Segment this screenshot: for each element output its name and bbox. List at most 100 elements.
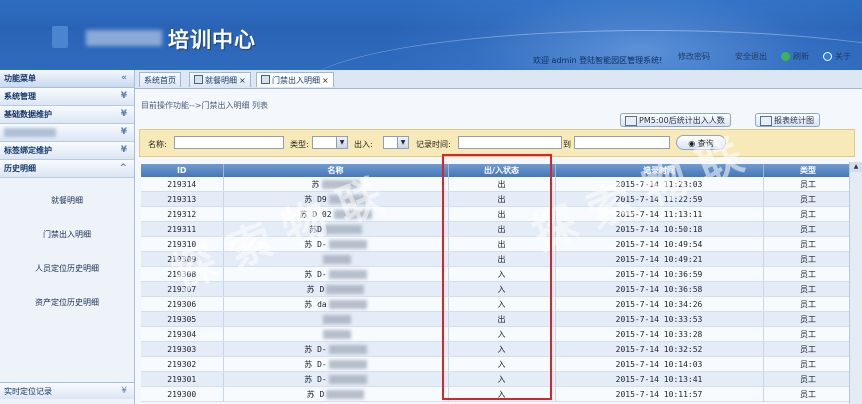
blurred-name — [328, 269, 367, 279]
about-link[interactable]: 关于 — [823, 51, 851, 62]
sidebar-item-history[interactable]: 历史明细 ^ — [0, 160, 134, 178]
tab-dining[interactable]: 就餐明细 × — [189, 72, 251, 87]
report-button[interactable]: 报表统计图 — [755, 113, 820, 127]
cell-status-text: 入 — [497, 374, 506, 384]
name-input[interactable] — [174, 136, 284, 149]
stats-button-label: PM5:00后统计出入人数 — [639, 116, 725, 125]
cell-time: 2015-7-14 10:36:58 — [555, 281, 764, 297]
table-row[interactable]: 219305 出 2015-7-14 10:33:53 员工 — [141, 311, 854, 327]
vertical-scrollbar[interactable]: ▲ — [849, 162, 862, 404]
tab-access[interactable]: 门禁出入明细 × — [256, 72, 334, 87]
cell-status: 出 — [448, 251, 556, 267]
cell-type: 员工 — [763, 311, 854, 327]
cell-time-text: 2015-7-14 10:32:52 — [615, 344, 703, 354]
cell-time-text: 2015-7-14 10:13:41 — [615, 374, 703, 384]
cell-id: 219303 — [141, 341, 224, 357]
table-row[interactable]: 219307 苏 D 入 2015-7-14 10:36:58 员工 — [141, 281, 854, 297]
cell-status: 入 — [448, 356, 556, 372]
cell-type-text: 员工 — [800, 239, 816, 249]
window-icon — [261, 75, 270, 84]
blurred-name — [323, 224, 362, 234]
sidebar-item-blurred[interactable]: ¥ — [0, 124, 134, 142]
col-header-status[interactable]: 出/入状态 — [448, 164, 556, 177]
cell-time-text: 2015-7-14 11:23:03 — [615, 179, 703, 189]
table-row[interactable]: 219303 苏 D- 入 2015-7-14 10:32:52 员工 — [141, 341, 854, 357]
cell-type-text: 员工 — [800, 389, 816, 399]
sidebar-item-label: 标签绑定维护 — [4, 146, 52, 155]
cell-name: 苏 D- — [223, 371, 449, 387]
cell-status-text: 出 — [497, 314, 506, 324]
close-icon[interactable]: × — [239, 76, 246, 85]
cell-time-text: 2015-7-14 10:49:54 — [615, 239, 703, 249]
table-body: 219314 苏出 2015-7-14 11:23:03 员工 219313 苏 D9 出 2… — [141, 177, 854, 402]
table-row[interactable]: 219310 苏 D- 出 2015-7-14 10:49:54 员工 — [141, 236, 854, 252]
cell-time-text: 2015-7-14 10:33:28 — [615, 329, 703, 339]
query-button[interactable]: ◉ 查询 — [676, 135, 726, 150]
blurred-name — [322, 314, 351, 324]
table-row[interactable]: 219313 苏 D9 出 2015-7-14 11:22:59 员工 — [141, 191, 854, 207]
stats-button[interactable]: PM5:00后统计出入人数 — [620, 113, 731, 127]
blurred-name — [321, 179, 360, 189]
table-row[interactable]: 219314 苏 出 2015-7-14 11:23:03 员工 — [141, 177, 854, 192]
cell-type-text: 员工 — [800, 299, 816, 309]
scroll-up-icon[interactable]: ▲ — [850, 162, 862, 172]
sidebar-item-basedata[interactable]: 基础数据维护 ¥ — [0, 106, 134, 124]
col-header-type[interactable]: 类型 — [763, 164, 854, 177]
table-row[interactable]: 219300 苏 D 入 2015-7-14 10:11:57 员工 — [141, 386, 854, 402]
inout-select[interactable]: ▼ — [383, 136, 409, 149]
chevron-up-icon: ^ — [119, 163, 127, 173]
tab-home[interactable]: 系统首页 — [139, 72, 181, 87]
cell-type: 员工 — [763, 251, 854, 267]
cell-id-text: 219311 — [167, 224, 197, 234]
cell-id-text: 219313 — [167, 194, 197, 204]
table-row[interactable]: 219308 苏 D- 入 2015-7-14 10:36:59 员工 — [141, 266, 854, 282]
tab-label: 系统首页 — [144, 76, 176, 85]
col-header-name[interactable]: 名称 — [223, 164, 449, 177]
cell-id: 219313 — [141, 191, 224, 207]
refresh-link[interactable]: 刷新 — [781, 51, 809, 62]
cell-name-text: 苏 D — [306, 284, 325, 294]
cell-status-text: 出 — [497, 209, 506, 219]
change-password-link[interactable]: 修改密码 — [678, 51, 710, 62]
cell-id: 219314 — [141, 177, 224, 192]
table-row[interactable]: 219306 苏 da 入 2015-7-14 10:34:26 员工 — [141, 296, 854, 312]
close-icon[interactable]: × — [322, 76, 329, 85]
sidebar-subitem-person-location[interactable]: 人员定位历史明细 — [0, 252, 134, 286]
sidebar-subitem-access[interactable]: 门禁出入明细 — [0, 218, 134, 252]
cell-status: 入 — [448, 281, 556, 297]
collapse-icon[interactable]: « — [121, 70, 127, 87]
col-header-time[interactable]: 记录时间 — [555, 164, 764, 177]
table-row[interactable]: 219312 苏 D 02 出 2015-7-14 11:13:11 员工 — [141, 206, 854, 222]
table-row[interactable]: 219304 入 2015-7-14 10:33:28 员工 — [141, 326, 854, 342]
sidebar-subitem-dining[interactable]: 就餐明细 — [0, 184, 134, 218]
inout-label: 出入: — [354, 140, 373, 149]
cell-time-text: 2015-7-14 10:33:53 — [615, 314, 703, 324]
table-row[interactable]: 219302 苏 D- 入 2015-7-14 10:14:03 员工 — [141, 356, 854, 372]
sidebar-subitem-asset-location[interactable]: 资产定位历史明细 — [0, 286, 134, 320]
sidebar-item-system[interactable]: 系统管理 ¥ — [0, 88, 134, 106]
cell-id-text: 219310 — [167, 239, 197, 249]
cell-id: 219300 — [141, 386, 224, 402]
info-icon — [823, 52, 832, 61]
logout-link[interactable]: 安全退出 — [735, 51, 767, 62]
cell-type-text: 员工 — [800, 194, 816, 204]
col-header-id[interactable]: ID — [141, 164, 224, 177]
cell-time: 2015-7-14 10:11:57 — [555, 386, 764, 402]
blurred-name — [326, 389, 365, 399]
type-select[interactable]: ▼ — [312, 136, 348, 149]
start-time-input[interactable] — [458, 136, 562, 149]
sidebar-title[interactable]: 功能菜单 « — [0, 70, 134, 88]
cell-status: 出 — [448, 191, 556, 207]
table-row[interactable]: 219311 苏D 出 2015-7-14 10:50:18 员工 — [141, 221, 854, 237]
end-time-input[interactable] — [574, 136, 670, 149]
cell-status-text: 入 — [497, 389, 506, 399]
sidebar-item-tagbind[interactable]: 标签绑定维护 ¥ — [0, 142, 134, 160]
cell-time: 2015-7-14 10:34:26 — [555, 296, 764, 312]
table-row[interactable]: 219301 苏 D- 入 2015-7-14 10:13:41 员工 — [141, 371, 854, 387]
sidebar-item-realtime[interactable]: 实时定位记录 ¥ — [0, 382, 134, 399]
cell-status: 入 — [448, 386, 556, 402]
table-row[interactable]: 219309 出 2015-7-14 10:49:21 员工 — [141, 251, 854, 267]
cell-id-text: 219305 — [167, 314, 197, 324]
search-icon: ◉ — [688, 139, 696, 148]
cell-id: 219311 — [141, 221, 224, 237]
